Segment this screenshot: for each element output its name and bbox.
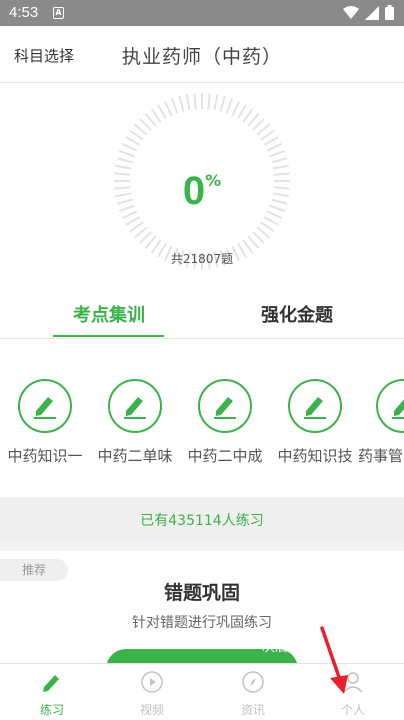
gauge-tick [150, 108, 162, 123]
red-arrow-annotation [320, 626, 348, 694]
gauge-tick [263, 136, 279, 146]
gauge-tick [185, 94, 191, 111]
pencil-icon [43, 675, 59, 692]
progress-percent-symbol: % [205, 171, 222, 190]
category-label: 中药二中成 [187, 447, 263, 465]
category-icon-circle [376, 379, 404, 433]
gauge-tick [266, 142, 283, 152]
progress-area: 0% 共21807题 [0, 83, 404, 294]
gauge-tick [256, 226, 271, 239]
category-label: 中药知识一 [7, 447, 83, 465]
gauge-tick [237, 104, 247, 120]
status-icons [343, 5, 394, 20]
category-label: 中药知识技 [277, 447, 353, 465]
practice-count-bar: 已有435114人练习 [0, 499, 404, 541]
category-label: 药事管 [358, 447, 404, 465]
category-item-2[interactable]: 中药二单味 [90, 379, 180, 466]
gauge-tick [125, 136, 141, 146]
category-icon-circle [288, 379, 342, 433]
category-icon-circle [108, 379, 162, 433]
status-bar: 4:53 A [0, 0, 404, 26]
gauge-tick [178, 95, 185, 112]
category-icon-circle [18, 379, 72, 433]
gauge-tick [144, 112, 157, 127]
top-bar: 科目选择 执业药师（中药） [0, 26, 404, 83]
nav-item-news[interactable]: 资讯 [223, 670, 283, 718]
notification-a-icon: A [53, 7, 64, 19]
gauge-tick [242, 108, 254, 123]
tab-intensive-questions[interactable]: 强化金题 [232, 301, 362, 327]
gauge-tick [263, 216, 279, 226]
nav-label: 个人 [340, 703, 365, 717]
category-label: 中药二单味 [97, 447, 173, 465]
status-time: 4:53 [9, 4, 39, 21]
pencil-icon [124, 397, 146, 419]
gauge-tick [247, 112, 260, 127]
gauge-tick [121, 142, 138, 152]
gauge-tick [213, 94, 219, 111]
gauge-tick [193, 93, 197, 110]
gauge-tick [139, 118, 152, 131]
pencil-icon [304, 397, 326, 419]
gauge-tick [256, 123, 271, 136]
gauge-tick [129, 129, 144, 141]
nav-label: 资讯 [240, 703, 265, 717]
gauge-tick [252, 231, 265, 244]
category-icon-circle [198, 379, 252, 433]
nav-item-video[interactable]: 视频 [122, 670, 182, 718]
gauge-tick [260, 221, 275, 233]
active-tab-indicator [53, 335, 164, 337]
signal-icon [365, 5, 379, 20]
gauge-tick [163, 100, 173, 117]
card-title: 错题巩固 [163, 582, 240, 604]
tab-bar: 考点集训 强化金题 [0, 294, 404, 339]
page-title: 执业药师（中药） [121, 46, 282, 68]
compass-icon [242, 671, 264, 693]
practice-count: 已有435114人练习 [140, 513, 264, 529]
gauge-tick [271, 157, 288, 164]
category-item-5[interactable]: 药事管 [358, 379, 404, 466]
gauge-tick [260, 129, 275, 141]
gauge-tick [170, 97, 179, 114]
play-icon [141, 671, 163, 693]
pencil-icon [34, 397, 56, 419]
gauge-tick [231, 100, 241, 117]
tab-key-points-training[interactable]: 考点集训 [44, 301, 174, 327]
gauge-tick [247, 235, 260, 250]
total-questions: 共21807题 [170, 252, 234, 266]
nav-label: 视频 [139, 703, 164, 717]
pencil-icon [392, 399, 404, 419]
gauge-tick [133, 123, 148, 136]
gauge-tick [133, 226, 148, 239]
gauge-tick [252, 118, 265, 131]
nav-label: 练习 [39, 703, 64, 717]
gauge-tick [118, 149, 135, 158]
gauge-tick [129, 221, 144, 233]
category-list: 中药知识一 中药二单味 中药二中成 中药知识技 药事管 [0, 339, 404, 497]
gauge-tick [125, 216, 141, 226]
toast-text: 次后 [262, 640, 289, 655]
category-item-1[interactable]: 中药知识一 [0, 379, 90, 466]
gauge-tick [225, 97, 234, 114]
gauge-tick [207, 93, 211, 110]
category-item-4[interactable]: 中药知识技 [270, 379, 360, 466]
gauge-tick [116, 157, 133, 164]
progress-percent: 0% [0, 169, 404, 214]
pencil-icon [214, 397, 236, 419]
progress-percent-value: 0 [182, 169, 206, 213]
gauge-tick [139, 231, 152, 244]
gauge-tick [219, 95, 226, 112]
gauge-tick [157, 104, 167, 120]
category-item-3[interactable]: 中药二中成 [180, 379, 270, 466]
gauge-tick [269, 149, 286, 158]
gauge-tick [144, 235, 157, 250]
battery-icon [385, 5, 394, 20]
wifi-icon [343, 5, 359, 19]
nav-item-practice[interactable]: 练习 [22, 670, 82, 718]
